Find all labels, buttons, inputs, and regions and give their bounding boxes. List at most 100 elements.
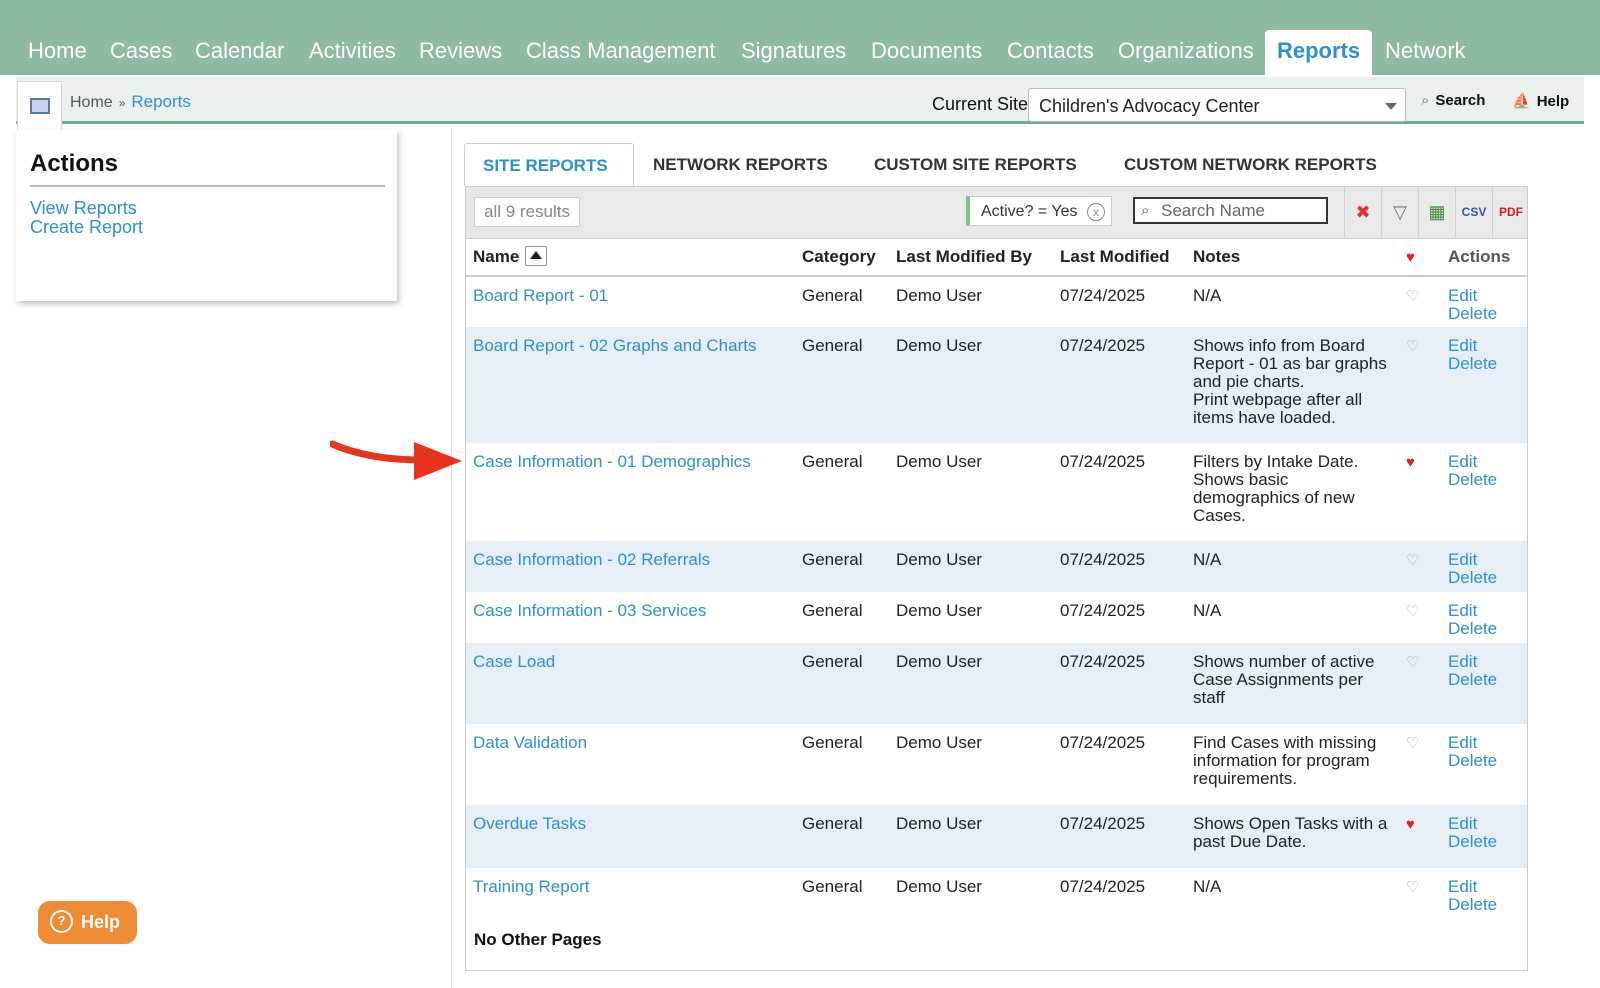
notes-cell: Shows info from Board Report - 01 as bar … — [1186, 327, 1406, 443]
nav-reviews[interactable]: Reviews — [407, 30, 514, 75]
notes-line: N/A — [1193, 877, 1222, 896]
nav-reports[interactable]: Reports — [1265, 30, 1372, 75]
delete-link[interactable]: Delete — [1448, 355, 1520, 373]
report-name-link[interactable]: Case Information - 03 Services — [473, 601, 706, 620]
category-cell: General — [795, 643, 889, 724]
report-name-link[interactable]: Case Load — [473, 652, 555, 671]
tab-site-reports[interactable]: SITE REPORTS — [464, 143, 634, 186]
favorite-cell: ♡ — [1406, 327, 1441, 443]
nav-organizations[interactable]: Organizations — [1106, 30, 1266, 75]
add-favorite-icon[interactable]: ♡ — [1406, 552, 1419, 569]
edit-link[interactable]: Edit — [1448, 734, 1520, 752]
column-header-modified-by[interactable]: Last Modified By — [889, 239, 1053, 277]
report-name-link[interactable]: Board Report - 02 Graphs and Charts — [473, 336, 756, 355]
modified-by-cell: Demo User — [889, 643, 1053, 724]
nav-network[interactable]: Network — [1373, 30, 1478, 75]
excel-export-icon[interactable]: ▦ — [1418, 187, 1455, 238]
delete-link[interactable]: Delete — [1448, 569, 1520, 587]
filter-icon[interactable]: ▽ — [1381, 187, 1418, 238]
add-favorite-icon[interactable]: ♡ — [1406, 654, 1419, 671]
nav-documents[interactable]: Documents — [859, 30, 994, 75]
column-header-notes[interactable]: Notes — [1186, 239, 1406, 277]
nav-contacts[interactable]: Contacts — [995, 30, 1106, 75]
help-question-icon: ? — [50, 909, 73, 933]
edit-link[interactable]: Edit — [1448, 602, 1520, 620]
add-favorite-icon[interactable]: ♡ — [1406, 879, 1419, 896]
nav-activities[interactable]: Activities — [297, 30, 408, 75]
add-favorite-icon[interactable]: ♡ — [1406, 735, 1419, 752]
edit-link[interactable]: Edit — [1448, 815, 1520, 833]
nav-signatures[interactable]: Signatures — [729, 30, 858, 75]
active-filter-chip[interactable]: Active? = Yes x — [966, 196, 1112, 226]
nav-class-management[interactable]: Class Management — [514, 30, 728, 75]
grid-toolbar: all 9 results Active? = Yes x ⌕ Search N… — [466, 187, 1527, 239]
column-header-category[interactable]: Category — [795, 239, 889, 277]
delete-link[interactable]: Delete — [1448, 671, 1520, 689]
report-name-link[interactable]: Case Information - 01 Demographics — [473, 452, 751, 471]
csv-export-icon[interactable]: CSV — [1455, 187, 1492, 238]
report-name-cell: Board Report - 02 Graphs and Charts — [466, 327, 795, 443]
help-header-button[interactable]: ⛵ Help — [1512, 92, 1569, 110]
report-name-link[interactable]: Overdue Tasks — [473, 814, 586, 833]
table-row: Case Information - 03 Services General Dem… — [466, 592, 1527, 643]
reports-grid: all 9 results Active? = Yes x ⌕ Search N… — [465, 186, 1528, 971]
search-button[interactable]: ⌕ Search — [1421, 92, 1485, 109]
notes-line: requirements. — [1193, 769, 1297, 788]
delete-link[interactable]: Delete — [1448, 471, 1520, 489]
report-name-link[interactable]: Data Validation — [473, 733, 587, 752]
edit-link[interactable]: Edit — [1448, 337, 1520, 355]
delete-link[interactable]: Delete — [1448, 833, 1520, 851]
notes-line: items have loaded. — [1193, 408, 1336, 427]
edit-link[interactable]: Edit — [1448, 878, 1520, 896]
nav-home[interactable]: Home — [16, 30, 99, 75]
favorite-heart-icon[interactable]: ♥ — [1406, 454, 1415, 471]
content-divider — [451, 128, 452, 988]
sort-ascending-icon[interactable] — [525, 246, 548, 267]
pdf-export-icon[interactable]: PDF — [1492, 187, 1529, 238]
delete-link[interactable]: Delete — [1448, 305, 1520, 323]
notes-cell: N/A — [1186, 868, 1406, 919]
current-site-select[interactable]: Children's Advocacy Center — [1028, 88, 1406, 122]
report-name-link[interactable]: Case Information - 02 Referrals — [473, 550, 710, 569]
column-header-name[interactable]: Name — [466, 239, 795, 277]
tab-network-reports[interactable]: NETWORK REPORTS — [635, 143, 846, 186]
favorite-cell: ♡ — [1406, 643, 1441, 724]
delete-link[interactable]: Delete — [1448, 620, 1520, 638]
column-header-favorite[interactable]: ♥ — [1406, 239, 1441, 277]
view-reports-link[interactable]: View Reports — [30, 198, 137, 219]
create-report-link[interactable]: Create Report — [30, 217, 143, 238]
category-cell: General — [795, 805, 889, 868]
modified-by-cell: Demo User — [889, 541, 1053, 592]
results-count: all 9 results — [474, 197, 580, 227]
edit-link[interactable]: Edit — [1448, 653, 1520, 671]
search-name-input[interactable]: ⌕ Search Name — [1133, 197, 1328, 224]
category-cell: General — [802, 452, 863, 471]
edit-link[interactable]: Edit — [1448, 453, 1520, 471]
report-name-link[interactable]: Training Report — [473, 877, 590, 896]
add-favorite-icon[interactable]: ♡ — [1406, 338, 1419, 355]
tab-custom-site-reports[interactable]: CUSTOM SITE REPORTS — [856, 143, 1095, 186]
remove-filter-icon[interactable]: x — [1087, 203, 1105, 221]
edit-link[interactable]: Edit — [1448, 551, 1520, 569]
breadcrumb-reports[interactable]: Reports — [131, 92, 191, 111]
edit-link[interactable]: Edit — [1448, 287, 1520, 305]
modified-by-cell: Demo User — [896, 286, 982, 305]
column-header-last-modified[interactable]: Last Modified — [1053, 239, 1186, 277]
report-name-link[interactable]: Board Report - 01 — [473, 286, 608, 305]
category-cell: General — [795, 541, 889, 592]
favorite-heart-icon[interactable]: ♥ — [1406, 816, 1415, 833]
actions-cell: Edit Delete — [1441, 724, 1527, 805]
tab-custom-network-reports[interactable]: CUSTOM NETWORK REPORTS — [1106, 143, 1395, 186]
nav-calendar[interactable]: Calendar — [183, 30, 296, 75]
breadcrumb-home[interactable]: Home — [70, 94, 113, 111]
last-modified-cell: 07/24/2025 — [1053, 327, 1186, 443]
current-site-value: Children's Advocacy Center — [1039, 96, 1260, 116]
delete-link[interactable]: Delete — [1448, 896, 1520, 914]
clear-filter-icon[interactable]: ✖ — [1344, 187, 1381, 238]
delete-link[interactable]: Delete — [1448, 752, 1520, 770]
help-button[interactable]: ? Help — [38, 901, 137, 944]
nav-cases[interactable]: Cases — [98, 30, 184, 75]
pagination-status: No Other Pages — [474, 930, 602, 949]
add-favorite-icon[interactable]: ♡ — [1406, 603, 1419, 620]
add-favorite-icon[interactable]: ♡ — [1406, 288, 1419, 305]
